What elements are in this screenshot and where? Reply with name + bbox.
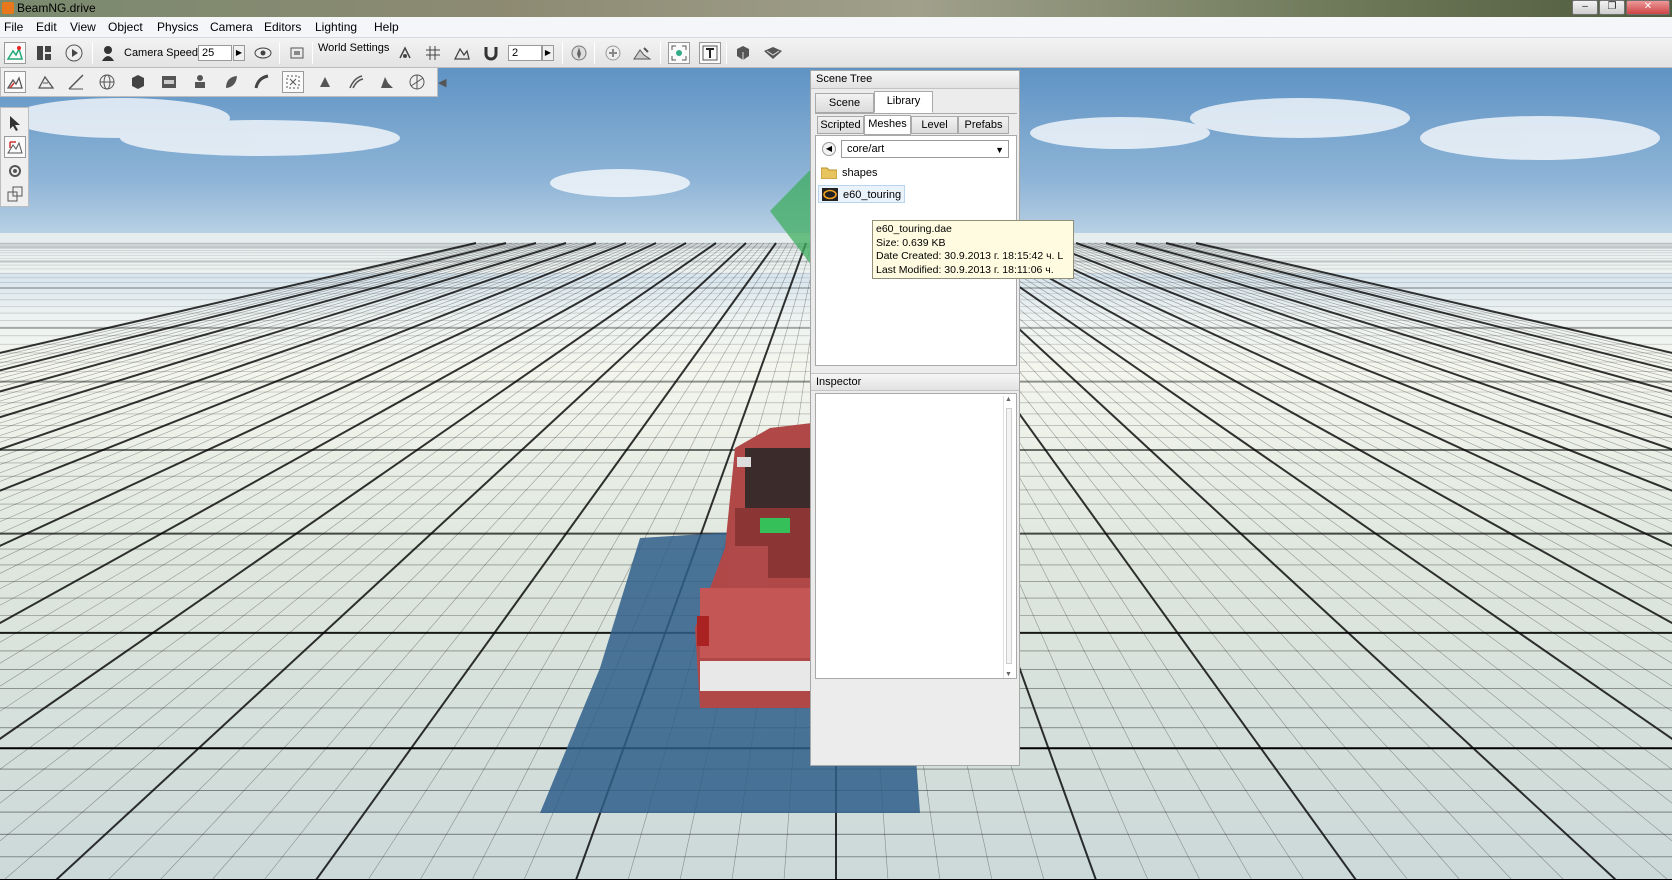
file-tooltip: e60_touring.dae Size: 0.639 KB Date Crea… <box>872 220 1074 279</box>
snap-rotate-icon[interactable] <box>394 42 416 64</box>
main-toolbar: Camera Speed 25 ▶ World Settings 2 ▶ <box>0 38 1672 68</box>
close-button[interactable]: ✕ <box>1626 0 1670 15</box>
subtab-scripted[interactable]: Scripted <box>817 116 864 134</box>
palette-forest-icon[interactable] <box>282 71 304 93</box>
menu-editors[interactable]: Editors <box>264 20 301 34</box>
window-title: BeamNG.drive <box>17 1 96 15</box>
palette-foliage-icon[interactable] <box>220 71 242 93</box>
menu-edit[interactable]: Edit <box>36 20 57 34</box>
grid-snap-icon[interactable] <box>422 42 444 64</box>
tooltip-size: Size: 0.639 KB <box>876 236 946 249</box>
rotate-tool-icon[interactable] <box>4 160 26 182</box>
camera-speed-arrow-icon[interactable]: ▶ <box>233 45 245 61</box>
material-editor-icon[interactable] <box>732 42 754 64</box>
app-icon <box>2 2 14 14</box>
list-item[interactable]: e60_touring <box>818 185 905 203</box>
tab-scene[interactable]: Scene <box>815 93 874 113</box>
path-value: core/art <box>847 143 885 155</box>
palette-road-icon[interactable] <box>251 71 273 93</box>
visibility-eye-icon[interactable] <box>252 42 274 64</box>
move-tool-icon[interactable] <box>4 136 26 158</box>
menu-camera[interactable]: Camera <box>210 20 253 34</box>
palette-terrain-icon[interactable] <box>4 71 26 93</box>
list-item[interactable]: shapes <box>818 164 938 182</box>
menu-object[interactable]: Object <box>108 20 143 34</box>
menu-view[interactable]: View <box>70 20 96 34</box>
terrain-edit-icon[interactable] <box>631 42 653 64</box>
menu-bar: File Edit View Object Physics Camera Edi… <box>0 17 1672 38</box>
tooltip-created: Date Created: 30.9.2013 г. 18:15:42 ч. L <box>876 250 1064 262</box>
camera-speed-label: Camera Speed <box>124 47 198 59</box>
palette-light-icon[interactable] <box>314 71 336 93</box>
scene-tree-title: Scene Tree <box>811 71 1019 89</box>
add-object-icon[interactable] <box>602 42 624 64</box>
palette-mountain-icon[interactable] <box>35 71 57 93</box>
palette-slope-icon[interactable] <box>65 71 87 93</box>
path-dropdown[interactable]: core/art ▼ <box>841 140 1009 158</box>
palette-spawn-icon[interactable] <box>189 71 211 93</box>
tab-library[interactable]: Library <box>874 91 933 113</box>
snap-size-arrow-icon[interactable]: ▶ <box>542 45 554 61</box>
folder-icon <box>820 166 838 180</box>
menu-file[interactable]: File <box>4 20 23 34</box>
world-editor-icon[interactable] <box>4 42 26 64</box>
palette-path-icon[interactable] <box>158 71 180 93</box>
camera-person-icon[interactable] <box>97 42 119 64</box>
subtab-prefabs[interactable]: Prefabs <box>958 116 1009 134</box>
center-selection-icon[interactable] <box>668 42 690 64</box>
scale-tool-icon[interactable] <box>4 183 26 205</box>
gui-editor-icon[interactable] <box>33 42 55 64</box>
maximize-button[interactable]: ❐ <box>1599 0 1625 15</box>
palette-cube-icon[interactable] <box>127 71 149 93</box>
object-palette <box>0 68 438 97</box>
play-icon[interactable] <box>63 42 85 64</box>
scroll-thumb[interactable] <box>1006 408 1012 664</box>
menu-lighting[interactable]: Lighting <box>315 20 357 34</box>
inspector-title: Inspector <box>811 373 1019 391</box>
text-labels-icon[interactable] <box>699 42 721 64</box>
snap-size-input[interactable]: 2 <box>508 45 542 61</box>
subtab-meshes[interactable]: Meshes <box>864 115 911 135</box>
magnet-icon[interactable] <box>480 42 502 64</box>
menu-physics[interactable]: Physics <box>157 20 198 34</box>
scroll-down-icon[interactable]: ▼ <box>1005 671 1012 678</box>
subtab-level[interactable]: Level <box>911 116 958 134</box>
scroll-up-icon[interactable]: ▲ <box>1005 396 1012 403</box>
inspector-body: ▲ ▼ <box>815 393 1017 679</box>
tooltip-modified: Last Modified: 30.9.2013 г. 18:11:06 ч. <box>876 263 1054 276</box>
mesh-file-icon <box>822 188 838 201</box>
back-arrow-icon[interactable]: ◀ <box>822 142 836 156</box>
world-settings-label[interactable]: World Settings <box>318 42 389 54</box>
list-item-label: shapes <box>842 167 878 179</box>
tool-bar <box>0 107 29 207</box>
window-titlebar: BeamNG.drive – ❐ ✕ <box>0 0 1672 17</box>
select-arrow-icon[interactable] <box>4 112 26 134</box>
shape-editor-icon[interactable] <box>762 42 784 64</box>
fit-view-icon[interactable] <box>286 42 308 64</box>
tooltip-filename: e60_touring.dae <box>876 223 952 235</box>
inspector-scrollbar[interactable]: ▲ ▼ <box>1003 396 1014 678</box>
palette-decal-icon[interactable] <box>376 71 398 93</box>
palette-globe-icon[interactable] <box>96 71 118 93</box>
terrain-snap-icon[interactable] <box>451 42 473 64</box>
palette-collapse-icon[interactable]: ◀ <box>438 76 446 89</box>
scene-tree-panel: Scene Tree Scene Library Scripted Meshes… <box>810 70 1020 766</box>
compass-icon[interactable] <box>568 42 590 64</box>
list-item-label: e60_touring <box>843 189 902 201</box>
palette-mesh-road-icon[interactable] <box>406 71 428 93</box>
chevron-down-icon: ▼ <box>995 145 1004 155</box>
camera-speed-input[interactable]: 25 <box>198 45 232 61</box>
menu-help[interactable]: Help <box>374 20 399 34</box>
minimize-button[interactable]: – <box>1572 0 1598 15</box>
palette-river-icon[interactable] <box>345 71 367 93</box>
